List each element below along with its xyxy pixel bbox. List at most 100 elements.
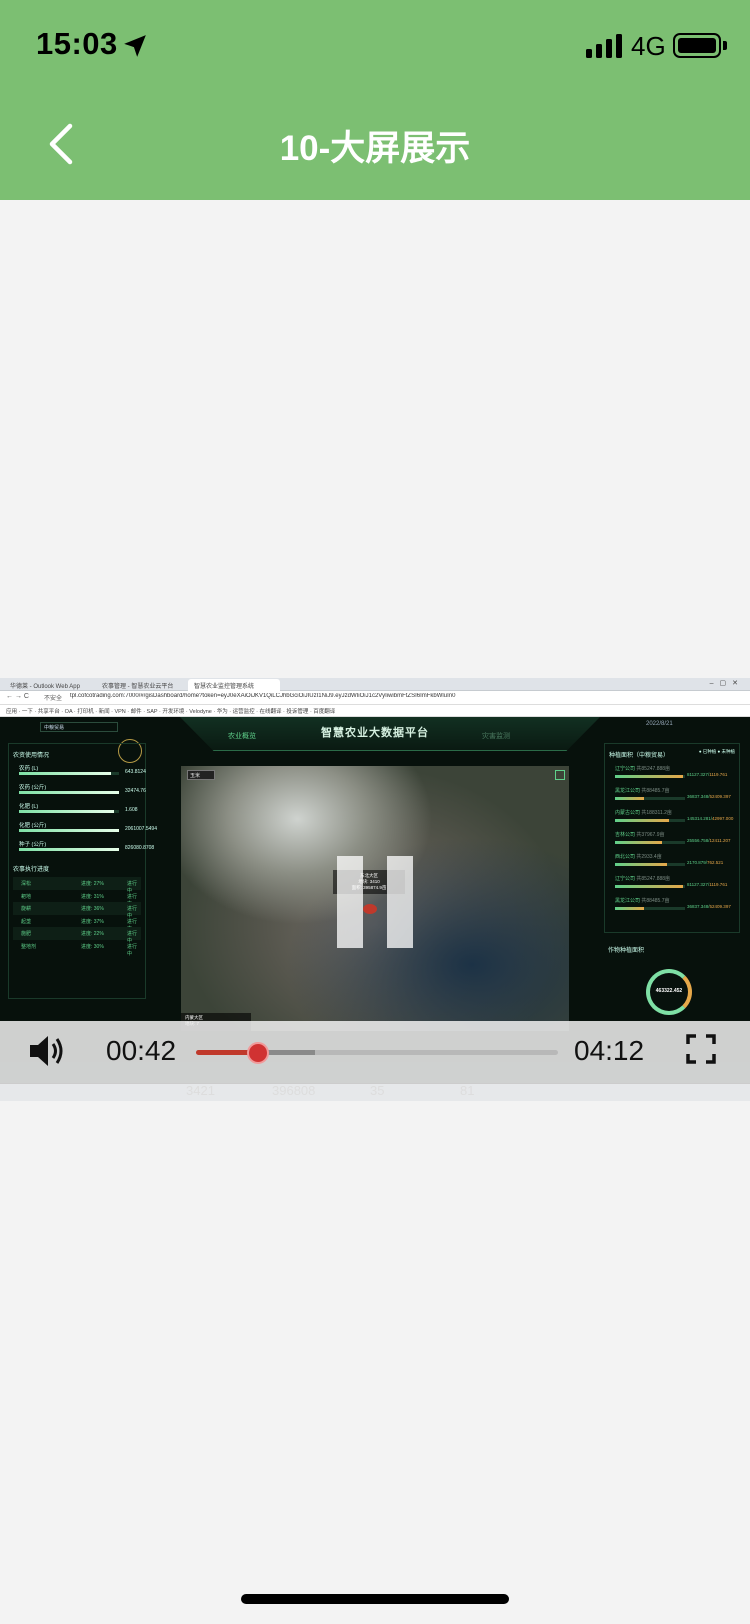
nav-buttons-icon[interactable]: ← → C	[6, 693, 29, 700]
company-values: 2170.879/762.521	[687, 860, 724, 865]
material-row: 化肥 (公斤) 2061007.5494	[13, 820, 157, 839]
company-planted: 2170.879	[687, 860, 706, 865]
material-label: 农药 (L)	[19, 766, 39, 772]
video-player[interactable]: 华德莱 - Outlook Web App 农事管理 - 智慧农业云平台 智慧农…	[0, 678, 750, 1101]
battery-icon	[673, 33, 721, 58]
materials-title: 农资使用情况	[13, 753, 50, 759]
satellite-map[interactable]: 玉米 东北大区 地块: 3410 面积: 395874.9亩 内蒙大区 地块: …	[181, 766, 569, 1031]
status-time: 15:03	[36, 26, 118, 61]
material-label: 种子 (公斤)	[19, 842, 47, 848]
company-name: 黑龙江公司 共88485.7亩	[615, 897, 669, 904]
task-row[interactable]: 起垄 进度: 37% 进行中	[13, 915, 141, 932]
material-row: 种子 (公斤) 826080.8708	[13, 839, 154, 858]
fullscreen-icon[interactable]	[686, 1034, 716, 1064]
company-unplanted: 42997.000	[712, 816, 734, 821]
dashboard: 智慧农业大数据平台 农业概览 灾害监测 2022/8/21 中粮贸易 农资使用情…	[0, 717, 750, 1062]
company-values: 81127.327/1119.761	[687, 882, 728, 887]
company-planted: 36837.348	[687, 904, 709, 909]
company-values: 145314.281/42997.000	[687, 816, 734, 821]
window-controls[interactable]: –▢✕	[710, 679, 744, 687]
company-unplanted: 762.521	[707, 860, 724, 865]
company-unplanted: 1119.761	[709, 772, 728, 777]
tab-overview[interactable]: 农业概览	[228, 731, 256, 741]
company-unplanted: 52409.397	[709, 794, 731, 799]
legend-item: 已种植	[702, 749, 717, 754]
company-row[interactable]: 辽宁公司 共85247.888亩 81127.327/1119.761	[609, 763, 735, 785]
material-label: 化肥 (公斤)	[19, 823, 47, 829]
material-row: 化肥 (L) 1.608	[13, 801, 141, 820]
task-row[interactable]: 深松 进度: 27% 进行中	[13, 877, 141, 894]
company-name: 辽宁公司 共85247.888亩	[615, 875, 670, 882]
browser-tab-active[interactable]: 智慧农业监控管理系统	[188, 679, 280, 691]
battery-tip	[723, 41, 727, 50]
home-indicator[interactable]	[241, 1594, 509, 1604]
company-total: 共85247.888亩	[636, 766, 671, 772]
bookmarks-bar[interactable]: 应用 · 一下 · 共享平台 · OA · 打印机 · 新闻 · VPN · 邮…	[0, 705, 750, 717]
signal-strength-icon	[586, 34, 622, 58]
material-label: 农药 (公斤)	[19, 785, 47, 791]
stat-value: 396808	[272, 1083, 316, 1098]
dashboard-date: 2022/8/21	[646, 721, 673, 727]
address-bar[interactable]: ← → C 不安全 tpl.cofcotrading.com:7000/#/gi…	[0, 691, 750, 705]
company-label: 内蒙古公司	[615, 810, 641, 816]
task-progress: 进度: 30%	[81, 943, 104, 950]
company-planted: 145314.281	[687, 816, 711, 821]
app-header: 15:03 4G 10-大屏展示	[0, 0, 750, 200]
material-label: 化肥 (L)	[19, 804, 39, 810]
company-bar	[615, 841, 685, 844]
company-planted: 25556.758	[687, 838, 709, 843]
material-value: 826080.8708	[125, 845, 155, 851]
volume-icon[interactable]	[28, 1031, 68, 1071]
stats-strip: 3421 396808 35 81	[186, 1083, 636, 1101]
task-row[interactable]: 旋耕 进度: 36% 进行中	[13, 902, 141, 919]
company-name: 黑龙江公司 共88485.7亩	[615, 787, 669, 794]
task-progress: 进度: 36%	[81, 906, 104, 912]
company-row[interactable]: 黑龙江公司 共88485.7亩 36837.348/52409.397	[609, 895, 735, 917]
company-row[interactable]: 内蒙古公司 共188311.2亩 145314.281/42997.000	[609, 807, 735, 829]
company-bar	[615, 885, 685, 888]
company-label: 吉林公司	[615, 832, 636, 838]
browser-tab[interactable]: 华德莱 - Outlook Web App	[4, 679, 92, 691]
company-row[interactable]: 黑龙江公司 共88485.7亩 36837.348/52409.397	[609, 785, 735, 807]
material-bar	[19, 848, 119, 851]
crop-area-donut: 463322.452	[646, 969, 692, 1015]
company-label: 黑龙江公司	[615, 898, 641, 904]
total-time: 04:12	[574, 1035, 645, 1066]
stat-value: 3421	[186, 1083, 215, 1098]
task-row[interactable]: 施肥 进度: 22% 进行中	[13, 927, 141, 944]
company-row[interactable]: 吉林公司 共37967.9亩 25556.758/12411.207	[609, 829, 735, 851]
task-status: 进行中	[127, 943, 138, 957]
task-row[interactable]: 整地剂 进度: 30% 进行中	[13, 940, 141, 957]
browser-tab[interactable]: 农事管理 - 智慧农业云平台	[96, 679, 184, 691]
map-fullscreen-icon[interactable]	[555, 770, 565, 780]
company-values: 36837.348/52409.397	[687, 904, 731, 909]
material-bar	[19, 829, 119, 832]
org-select[interactable]: 中粮贸易	[40, 722, 118, 732]
task-name: 旋耕	[21, 906, 32, 912]
company-total: 共88485.7亩	[641, 898, 670, 904]
task-row[interactable]: 耙地 进度: 31% 进行中	[13, 890, 141, 907]
company-total: 共37967.9亩	[636, 832, 665, 838]
location-arrow-icon	[124, 35, 146, 57]
tab-disaster[interactable]: 灾害监测	[482, 731, 510, 741]
company-label: 辽宁公司	[615, 876, 636, 882]
stat-value: 81	[460, 1083, 475, 1098]
company-planted: 81127.327	[687, 772, 708, 777]
company-row[interactable]: 辽宁公司 共85247.888亩 81127.327/1119.761	[609, 873, 735, 895]
company-name: 内蒙古公司 共188311.2亩	[615, 809, 672, 816]
map-marker-icon[interactable]	[363, 904, 377, 914]
crop-select[interactable]: 玉米	[187, 770, 215, 780]
company-values: 81127.327/1119.761	[687, 772, 728, 777]
material-value: 1.608	[125, 807, 138, 813]
company-total: 共88485.7亩	[641, 788, 670, 794]
company-total: 共2933.4亩	[636, 854, 662, 860]
seek-knob[interactable]	[246, 1042, 269, 1064]
company-label: 辽宁公司	[615, 766, 636, 772]
company-unplanted: 52409.397	[709, 904, 731, 909]
company-row[interactable]: 西北公司 共2933.4亩 2170.879/762.521	[609, 851, 735, 873]
task-progress: 进度: 31%	[81, 893, 104, 900]
task-progress: 进度: 37%	[81, 918, 104, 925]
page-title: 10-大屏展示	[279, 129, 471, 168]
task-name: 深松	[21, 881, 32, 887]
url-text[interactable]: tpl.cofcotrading.com:7000/#/gisDashboard…	[70, 693, 670, 703]
